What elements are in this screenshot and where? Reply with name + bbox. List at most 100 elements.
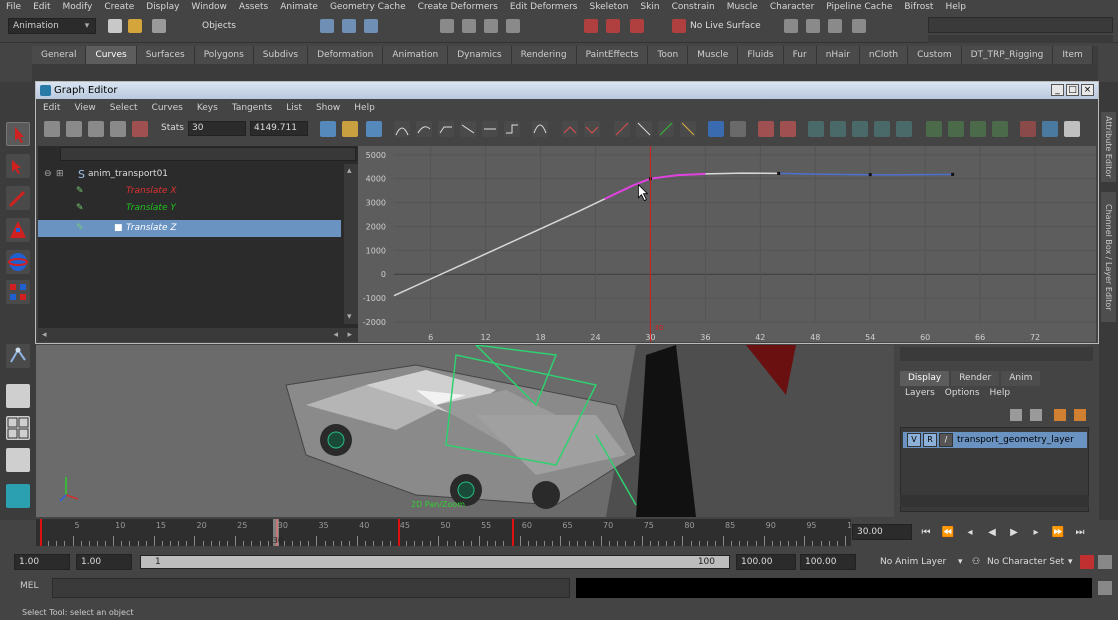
menu-create[interactable]: Create (98, 2, 140, 12)
auto-key-icon[interactable] (1080, 555, 1094, 569)
free-tangent-weight-icon[interactable] (614, 121, 630, 137)
tab-render[interactable]: Render (951, 371, 1000, 386)
shelf-tab-custom[interactable]: Custom (908, 46, 962, 64)
menu-edit[interactable]: Edit (27, 2, 56, 12)
menu-pipeline-cache[interactable]: Pipeline Cache (820, 2, 898, 12)
shelf-tab-painteffects[interactable]: PaintEffects (576, 46, 649, 64)
animation-prefs-icon[interactable] (1098, 555, 1112, 569)
region-tool-icon[interactable] (132, 121, 148, 137)
shelf-tab-fluids[interactable]: Fluids (738, 46, 784, 64)
graph-editor-titlebar[interactable]: Graph Editor _ □ × (36, 82, 1098, 99)
menu-constrain[interactable]: Constrain (666, 2, 721, 12)
range-slider[interactable]: 1 100 (140, 555, 730, 569)
menu-skin[interactable]: Skin (634, 2, 665, 12)
render-settings-icon[interactable] (828, 19, 842, 33)
normalize-icon[interactable] (758, 121, 774, 137)
character-set-icon[interactable]: ⚇ (972, 555, 980, 569)
plateau-tangent-icon[interactable] (532, 121, 548, 137)
outliner-node-row[interactable]: ⊖ ⊞ S anim_transport01 (38, 166, 341, 183)
rotate-tool-icon[interactable] (6, 250, 30, 274)
frame-playback-icon[interactable] (342, 121, 358, 137)
input-ops-icon[interactable] (606, 19, 620, 33)
scroll-left-end-icon[interactable]: ◂ (333, 328, 338, 342)
ghost-icon[interactable] (1020, 121, 1036, 137)
new-layer-icon[interactable] (1010, 409, 1022, 421)
history-icon[interactable] (584, 19, 598, 33)
move-tool-icon[interactable] (6, 218, 30, 242)
script-editor-icon[interactable] (1098, 581, 1112, 595)
render-icon[interactable] (784, 19, 798, 33)
anim-layer-dropdown[interactable]: No Anim Layer (880, 555, 946, 569)
buffer-curve-icon[interactable] (658, 121, 674, 137)
auto-tangent-icon[interactable] (394, 121, 410, 137)
snap-surface-icon[interactable] (506, 19, 520, 33)
center-current-time-icon[interactable] (366, 121, 382, 137)
dope-sheet-icon[interactable] (926, 121, 942, 137)
unify-tangents-icon[interactable] (584, 121, 600, 137)
outliner-channel-row[interactable]: ✎ Translate X (38, 183, 341, 200)
step-back-frame-icon[interactable]: ◂ (959, 524, 981, 542)
menu-help[interactable]: Help (939, 2, 972, 12)
layer-color-swatch-icon[interactable]: / (939, 433, 953, 447)
move-key-icon[interactable] (44, 121, 60, 137)
menu-bifrost[interactable]: Bifrost (898, 2, 939, 12)
numeric-input-field[interactable] (928, 35, 1113, 43)
shelf-tab-subdivs[interactable]: Subdivs (253, 46, 309, 64)
shelf-tab-toon[interactable]: Toon (648, 46, 689, 64)
swap-buffer-icon[interactable] (680, 121, 696, 137)
scroll-left-icon[interactable]: ◂ (42, 328, 47, 342)
ge-menu-show[interactable]: Show (309, 103, 347, 113)
ge-menu-help[interactable]: Help (347, 103, 382, 113)
chevron-down-icon[interactable]: ▾ (1068, 555, 1073, 569)
menu-skeleton[interactable]: Skeleton (584, 2, 635, 12)
playback-end-field[interactable]: 100.00 (736, 554, 796, 570)
step-forward-frame-icon[interactable]: ▸ (1025, 524, 1047, 542)
menu-create-deformers[interactable]: Create Deformers (412, 2, 504, 12)
step-tangent-icon[interactable] (504, 121, 520, 137)
play-backward-icon[interactable]: ◀ (981, 524, 1003, 542)
outliner-channel-row-selected[interactable]: ✎ ■ Translate Z (38, 220, 341, 237)
lock-tangent-weight-icon[interactable] (636, 121, 652, 137)
outliner-vertical-scrollbar[interactable]: ▴ ▾ (344, 164, 358, 324)
ge-menu-tangents[interactable]: Tangents (225, 103, 279, 113)
snap-keys-icon[interactable] (708, 121, 724, 137)
minimize-button[interactable]: _ (1051, 84, 1064, 96)
step-forward-key-icon[interactable]: ⏩ (1047, 524, 1069, 542)
menu-modify[interactable]: Modify (57, 2, 99, 12)
shelf-tab-dynamics[interactable]: Dynamics (448, 46, 512, 64)
settings-icon[interactable] (1064, 121, 1080, 137)
outliner-horizontal-scrollbar[interactable]: ◂ ◂ ▸ (38, 328, 358, 342)
layer-move-up-icon[interactable] (1054, 409, 1066, 421)
command-input[interactable] (52, 578, 570, 598)
time-slider[interactable]: 5 10 15 20 25 30 35 40 45 50 55 60 65 70 75 80 85 90 95 100… (36, 519, 851, 546)
quick-selection-field[interactable] (928, 17, 1113, 33)
add-key-icon[interactable] (88, 121, 104, 137)
layer-list-scrollbar[interactable] (900, 495, 1089, 507)
scroll-right-icon[interactable]: ▸ (347, 328, 352, 342)
playback-start-field[interactable]: 1.00 (76, 554, 132, 570)
menu-layers[interactable]: Layers (900, 388, 940, 398)
snap-time-icon[interactable] (730, 121, 746, 137)
graph-layout-icon[interactable] (6, 484, 30, 508)
start-time-field[interactable]: 1.00 (14, 554, 70, 570)
ge-menu-list[interactable]: List (279, 103, 309, 113)
shelf-tab-deformation[interactable]: Deformation (308, 46, 384, 64)
post-infinity-cycle-icon[interactable] (830, 121, 846, 137)
snap-point-icon[interactable] (484, 19, 498, 33)
shelf-tab-rendering[interactable]: Rendering (511, 46, 577, 64)
spline-tangent-icon[interactable] (416, 121, 432, 137)
linear-infinity-icon[interactable] (896, 121, 912, 137)
menu-display[interactable]: Display (140, 2, 185, 12)
trax-editor-icon[interactable] (948, 121, 964, 137)
perspective-viewport[interactable]: 2D Pan/Zoom (36, 345, 894, 517)
new-layer-selected-icon[interactable] (1030, 409, 1042, 421)
command-language-label[interactable]: MEL (20, 581, 38, 591)
hypershade-icon[interactable] (852, 19, 866, 33)
shelf-tab-general[interactable]: General (32, 46, 87, 64)
graph-view[interactable]: 5000 4000 3000 2000 1000 0 -1000 -2000 6 12 18 24 30… (358, 146, 1096, 342)
layer-reference-toggle[interactable]: R (923, 433, 937, 447)
tab-anim[interactable]: Anim (1001, 371, 1041, 386)
snap-curve-icon[interactable] (462, 19, 476, 33)
shelf-tab-surfaces[interactable]: Surfaces (136, 46, 195, 64)
select-hierarchy-icon[interactable] (320, 19, 334, 33)
